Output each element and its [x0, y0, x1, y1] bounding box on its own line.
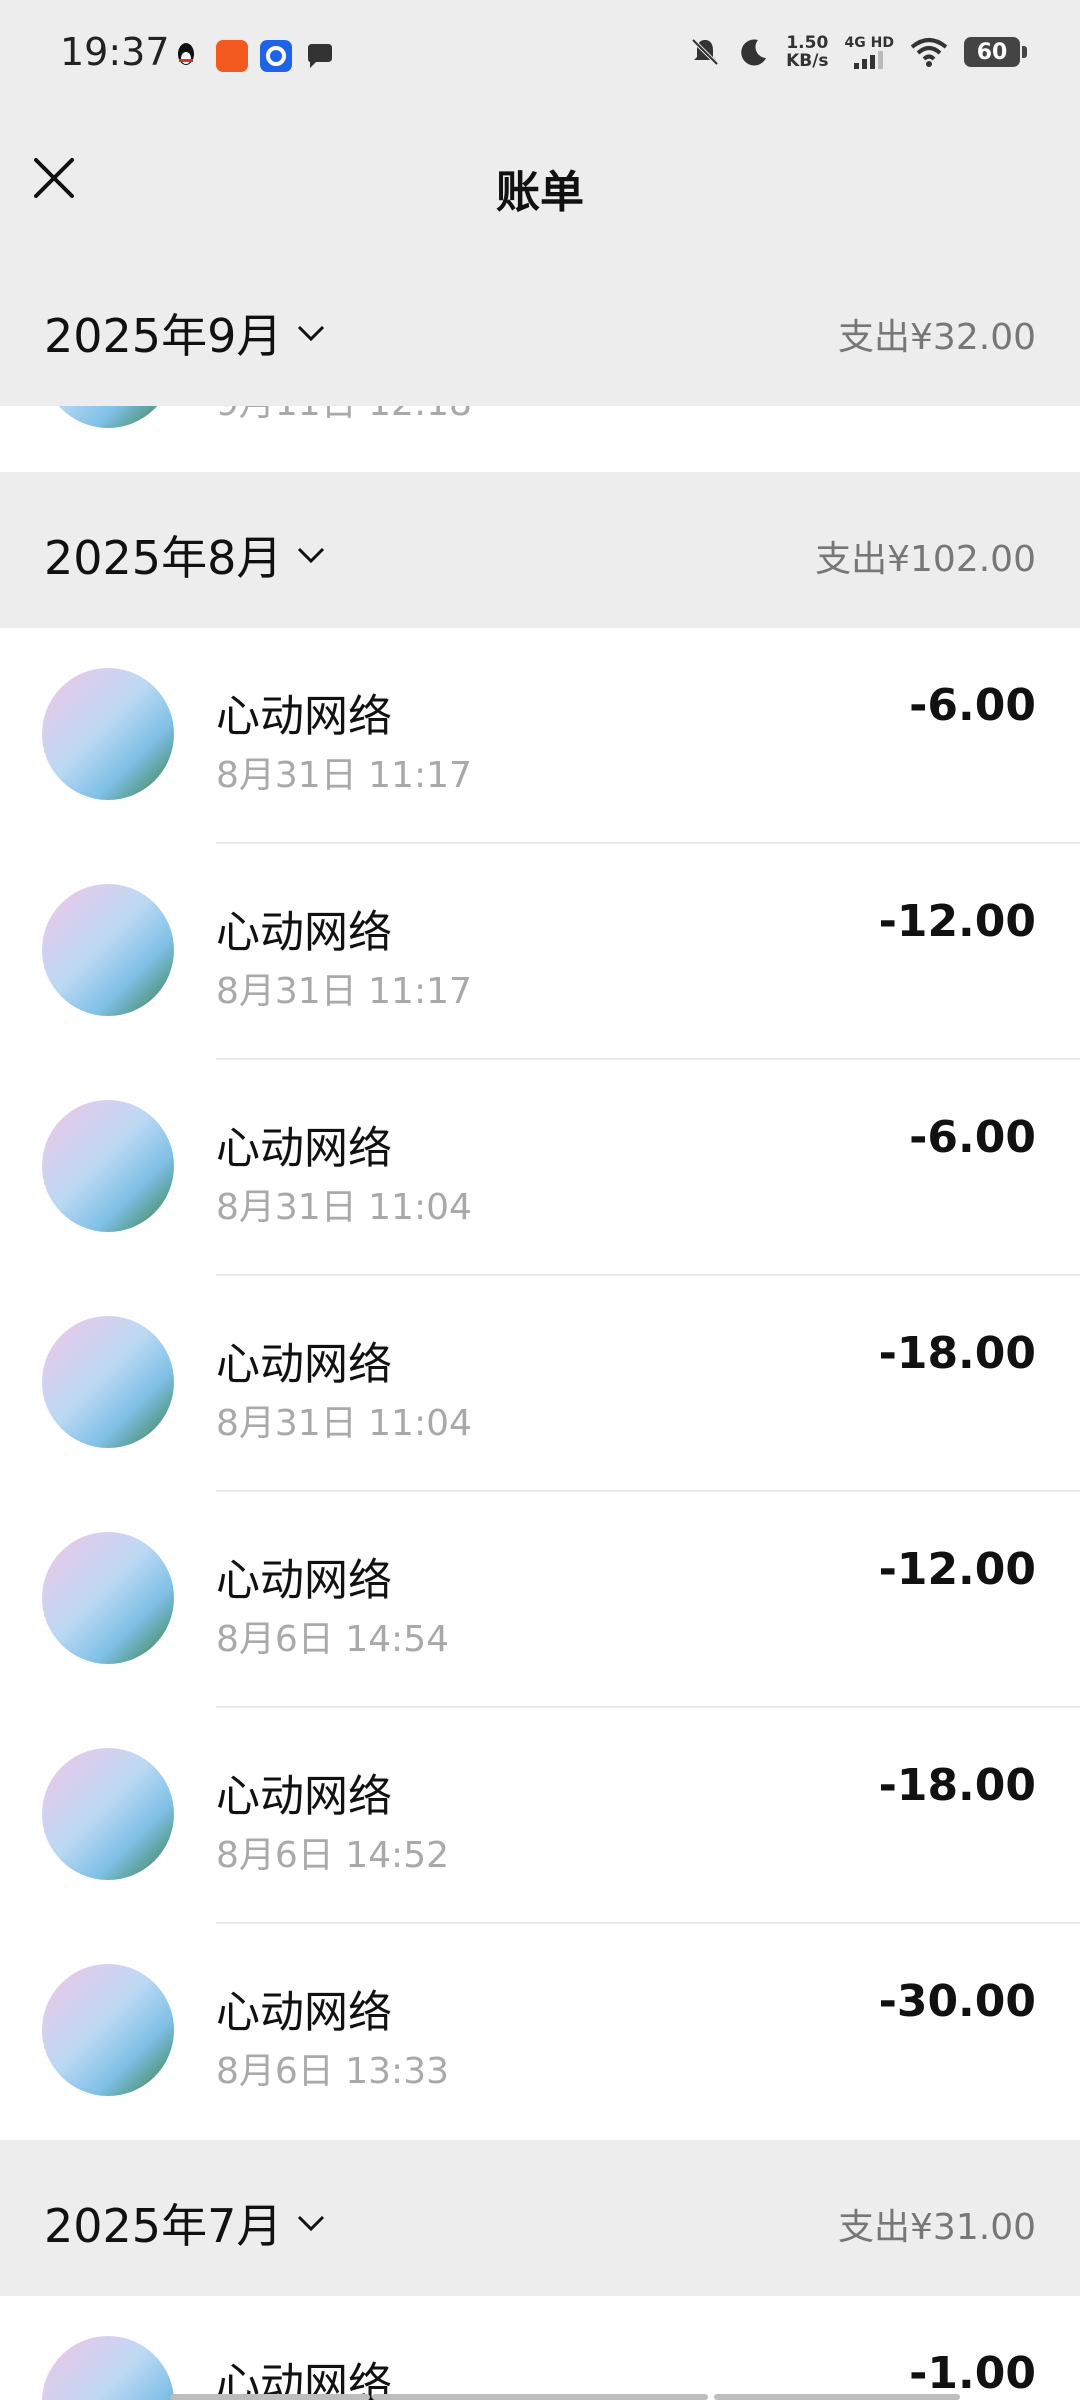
month-label: 2025年9月	[44, 309, 283, 363]
month-selector[interactable]: 2025年9月	[44, 300, 326, 366]
merchant-avatar	[42, 2336, 174, 2400]
month-header-august: 2025年8月 支出¥102.00	[0, 472, 1080, 628]
status-right-group: 1.50 KB/s 4G HD 60	[688, 33, 1027, 71]
transaction-row[interactable]: 心动网络 8月6日 14:52 -18.00	[0, 1708, 1080, 1924]
transaction-amount: -30.00	[878, 1976, 1036, 2027]
merchant-avatar	[42, 1748, 174, 1880]
home-indicator	[170, 2394, 370, 2400]
battery-indicator: 60	[964, 37, 1027, 67]
merchant-name: 心动网络	[216, 1123, 392, 1174]
transaction-time: 8月6日 14:54	[216, 1619, 449, 1660]
merchant-avatar	[42, 668, 174, 800]
page-title: 账单	[496, 167, 584, 218]
app-notification-icon	[216, 40, 248, 72]
july-transaction-list: 心动网络 -1.00	[0, 2296, 1080, 2400]
mute-bell-icon	[691, 38, 719, 66]
merchant-name: 心动网络	[216, 1987, 392, 2038]
chevron-down-icon	[298, 325, 325, 342]
home-indicator	[372, 2394, 708, 2400]
signal-icon	[854, 51, 884, 69]
transaction-row[interactable]: 心动网络 8月31日 11:04 -18.00	[0, 1276, 1080, 1492]
month-label: 2025年7月	[44, 2199, 283, 2253]
merchant-name: 心动网络	[216, 691, 392, 742]
transaction-time: 8月6日 13:33	[216, 2051, 449, 2092]
month-header-september: 2025年9月 支出¥32.00	[0, 250, 1080, 406]
transaction-row[interactable]: 心动网络 8月6日 14:54 -12.00	[0, 1492, 1080, 1708]
qq-icon	[178, 43, 194, 65]
transaction-row[interactable]: 心动网络 -1.00	[0, 2296, 1080, 2400]
chevron-down-icon	[298, 2215, 325, 2232]
merchant-name: 心动网络	[216, 1339, 392, 1390]
transaction-amount: -18.00	[878, 1328, 1036, 1379]
cellular-indicator: 4G HD	[845, 35, 894, 69]
network-label: 4G HD	[844, 35, 894, 51]
transaction-row[interactable]: 心动网络 8月6日 13:33 -30.00	[0, 1924, 1080, 2140]
merchant-name: 心动网络	[216, 2359, 392, 2400]
august-transaction-list: 心动网络 8月31日 11:17 -6.00 心动网络 8月31日 11:17 …	[0, 628, 1080, 2140]
transaction-amount: -12.00	[878, 1544, 1036, 1595]
home-indicator	[714, 2394, 960, 2400]
transaction-amount: -1.00	[909, 2348, 1036, 2399]
month-expense-total: 支出¥32.00	[838, 317, 1036, 358]
month-header-july: 2025年7月 支出¥31.00	[0, 2140, 1080, 2296]
merchant-avatar	[42, 884, 174, 1016]
transaction-row[interactable]: 心动网络 8月31日 11:04 -6.00	[0, 1060, 1080, 1276]
transaction-amount: -18.00	[878, 1760, 1036, 1811]
merchant-avatar	[42, 1964, 174, 2096]
transaction-time: 9月11日 12:18	[216, 406, 472, 426]
transaction-row[interactable]: 9月11日 12:18	[0, 406, 1080, 472]
chevron-down-icon	[298, 547, 325, 564]
wifi-icon	[910, 38, 948, 67]
transaction-row[interactable]: 心动网络 8月31日 11:17 -6.00	[0, 628, 1080, 844]
transaction-time: 8月31日 11:17	[216, 971, 472, 1012]
month-selector[interactable]: 2025年7月	[44, 2190, 326, 2256]
circle-app-icon	[260, 40, 292, 72]
transaction-row[interactable]: 心动网络 8月31日 11:17 -12.00	[0, 844, 1080, 1060]
merchant-avatar	[42, 1532, 174, 1664]
month-expense-total: 支出¥102.00	[815, 539, 1036, 580]
nav-bar: 账单	[0, 112, 1080, 252]
month-expense-total: 支出¥31.00	[838, 2207, 1036, 2248]
transaction-amount: -6.00	[909, 680, 1036, 731]
network-speed: 1.50 KB/s	[786, 33, 829, 71]
merchant-avatar	[42, 406, 174, 428]
merchant-name: 心动网络	[216, 1771, 392, 1822]
transaction-amount: -12.00	[878, 896, 1036, 947]
transaction-amount: -6.00	[909, 1112, 1036, 1163]
month-label: 2025年8月	[44, 531, 283, 585]
status-bar: 19:37 1.50 KB/s 4G HD 60	[0, 0, 1080, 112]
month-selector[interactable]: 2025年8月	[44, 522, 326, 588]
merchant-avatar	[42, 1100, 174, 1232]
merchant-avatar	[42, 1316, 174, 1448]
moon-icon	[741, 39, 767, 66]
transaction-time: 8月31日 11:17	[216, 755, 472, 796]
merchant-name: 心动网络	[216, 907, 392, 958]
chat-bubble-icon	[308, 44, 332, 68]
status-time: 19:37	[60, 30, 170, 74]
transaction-time: 8月31日 11:04	[216, 1187, 472, 1228]
transaction-time: 8月6日 14:52	[216, 1835, 449, 1876]
september-transaction-list: 9月11日 12:18	[0, 406, 1080, 472]
transaction-time: 8月31日 11:04	[216, 1403, 472, 1444]
merchant-name: 心动网络	[216, 1555, 392, 1606]
